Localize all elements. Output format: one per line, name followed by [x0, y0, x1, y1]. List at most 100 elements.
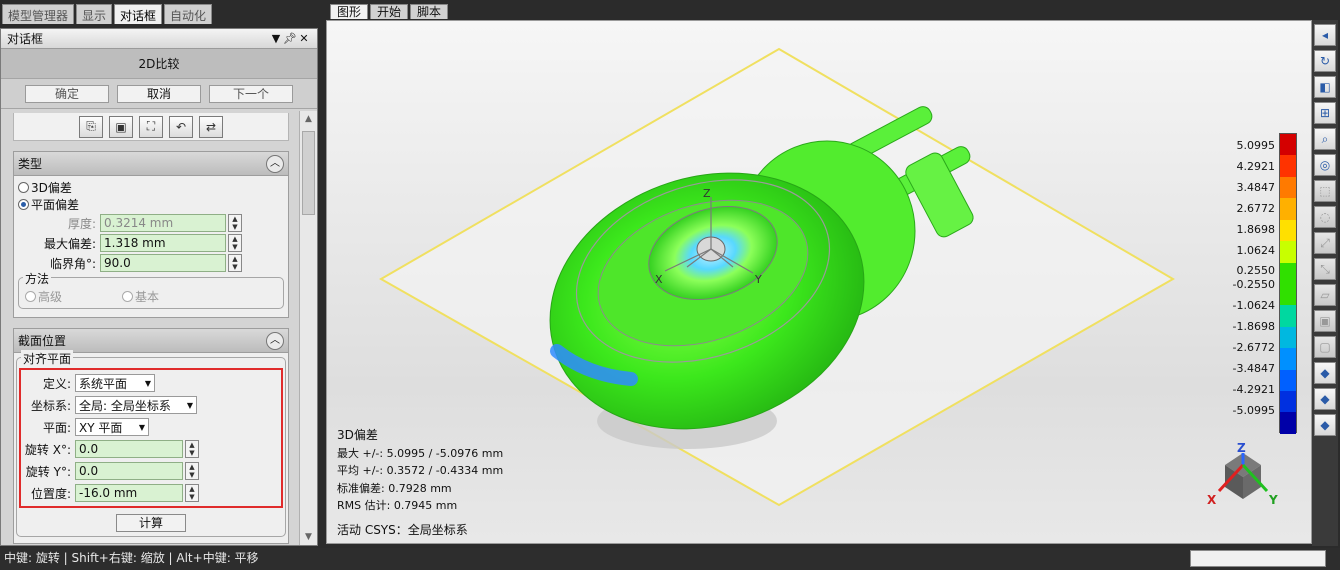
- select-brush-icon[interactable]: ⤢: [1314, 232, 1336, 254]
- pin-icon[interactable]: 📌︎: [283, 32, 297, 45]
- critical-angle-field[interactable]: 90.0: [100, 254, 226, 272]
- cube-icon[interactable]: ◆: [1314, 362, 1336, 384]
- legend-label: -1.0624: [1232, 299, 1275, 313]
- new-icon[interactable]: ⎘: [79, 115, 103, 138]
- cube-icon[interactable]: ◆: [1314, 414, 1336, 436]
- select-icon[interactable]: ▢: [1314, 336, 1336, 358]
- plane-select[interactable]: XY 平面 ▼: [75, 418, 149, 436]
- section-position-group: 截面位置 ︿ 对齐平面 定义: 系统平面 ▼ 坐标系: 全局: 全局坐标系 ▼: [13, 328, 289, 544]
- radio-icon[interactable]: [18, 199, 29, 210]
- stats-title: 3D偏差: [337, 428, 378, 442]
- position-row: 位置度: -16.0 mm ▲ ▼: [21, 482, 281, 504]
- deviation-stats: 3D偏差 最大 +/-: 5.0995 / -5.0976 mm 平均 +/-:…: [337, 427, 503, 515]
- tab-graphics[interactable]: 图形: [330, 4, 369, 19]
- cube-icon[interactable]: ◆: [1314, 388, 1336, 410]
- axis-gizmo: [1217, 453, 1269, 499]
- radio-3d-deviation[interactable]: 3D偏差: [16, 179, 286, 196]
- radio-icon[interactable]: [18, 182, 29, 193]
- legend-label: -2.6772: [1232, 341, 1275, 355]
- radio-plane-deviation[interactable]: 平面偏差: [16, 196, 286, 213]
- select-all-icon[interactable]: ▣: [1314, 310, 1336, 332]
- collapse-icon[interactable]: ︿: [266, 331, 284, 350]
- plane-row: 平面: XY 平面 ▼: [21, 416, 281, 438]
- legend-label: -1.8698: [1232, 320, 1275, 334]
- spin-arrows-icon[interactable]: ▲ ▼: [228, 214, 242, 232]
- left-tab-strip: 模型管理器 显示 对话框 自动化: [0, 0, 320, 26]
- spin-arrows-icon[interactable]: ▲ ▼: [185, 484, 199, 502]
- radio-method-advanced[interactable]: 高级: [25, 288, 62, 305]
- stats-max: 最大 +/-: 5.0995 / -5.0976 mm: [337, 446, 504, 460]
- method-fieldset: 方法 高级 基本: [18, 270, 284, 309]
- critical-angle-label: 临界角°:: [49, 256, 96, 271]
- cancel-button[interactable]: 取消: [117, 84, 201, 103]
- radio-icon[interactable]: [25, 291, 36, 302]
- calculate-button[interactable]: 计算: [116, 514, 186, 532]
- save-icon[interactable]: ▣: [109, 115, 133, 138]
- tab-model-manager[interactable]: 模型管理器: [2, 4, 75, 24]
- tab-automation[interactable]: 自动化: [164, 4, 213, 24]
- legend-label: 5.0995: [1236, 139, 1276, 152]
- legend-color-segment: [1280, 369, 1296, 392]
- legend-color-segment: [1280, 219, 1296, 242]
- legend-color-segment: [1280, 283, 1296, 306]
- legend-label: -4.2921: [1232, 382, 1275, 396]
- transfer-icon[interactable]: ⇄: [199, 115, 223, 138]
- zoom-icon[interactable]: ⌕: [1314, 128, 1336, 150]
- max-deviation-field[interactable]: 1.318 mm: [100, 234, 226, 252]
- select-line-icon[interactable]: ⤡: [1314, 258, 1336, 280]
- legend-color-segment: [1280, 241, 1296, 263]
- define-value: 系统平面: [79, 376, 128, 391]
- type-group-header[interactable]: 类型 ︿: [14, 152, 288, 176]
- rotate-y-field[interactable]: 0.0: [75, 462, 183, 480]
- status-bar: 中键: 旋转 | Shift+右键: 缩放 | Alt+中键: 平移: [0, 548, 1340, 570]
- critical-angle-row: 临界角°: 90.0 ▲ ▼: [16, 253, 286, 273]
- tab-script[interactable]: 脚本: [410, 4, 449, 19]
- rotate-y-label: 旋转 Y°:: [25, 464, 71, 479]
- close-icon[interactable]: ✕: [297, 32, 311, 45]
- dropdown-icon[interactable]: ▼: [269, 32, 283, 45]
- select-polygon-icon[interactable]: ▱: [1314, 284, 1336, 306]
- fit-icon[interactable]: ⛶: [139, 115, 163, 138]
- method-legend: 方法: [23, 270, 52, 287]
- chevron-down-icon: ▼: [138, 422, 146, 432]
- collapse-icon[interactable]: ︿: [266, 154, 284, 173]
- tab-start[interactable]: 开始: [370, 4, 409, 19]
- scroll-down-icon[interactable]: ▼: [300, 529, 317, 545]
- chevron-down-icon: ▼: [144, 378, 152, 388]
- spin-arrows-icon[interactable]: ▲ ▼: [185, 462, 199, 480]
- tab-dialog[interactable]: 对话框: [114, 4, 163, 24]
- view-icon[interactable]: ◧: [1314, 76, 1336, 98]
- position-field[interactable]: -16.0 mm: [75, 484, 183, 502]
- axis-label-x: X: [655, 273, 663, 286]
- status-field: [1190, 550, 1326, 567]
- align-plane-fieldset: 对齐平面 定义: 系统平面 ▼ 坐标系: 全局: 全局坐标系 ▼ 平面: XY 平面: [16, 350, 286, 537]
- scroll-thumb[interactable]: [302, 131, 315, 215]
- radio-icon[interactable]: [122, 291, 134, 302]
- next-button[interactable]: 下一个: [209, 84, 293, 103]
- legend-label: -0.2550: [1232, 278, 1275, 292]
- color-icon[interactable]: ◎: [1314, 154, 1336, 176]
- ok-button[interactable]: 确定: [25, 84, 109, 103]
- spin-arrows-icon[interactable]: ▲ ▼: [185, 440, 199, 458]
- pointer-icon[interactable]: ◂: [1314, 24, 1336, 46]
- align-plane-legend: 对齐平面: [21, 350, 74, 367]
- gizmo-label-z: Z: [1237, 441, 1246, 455]
- tab-display[interactable]: 显示: [76, 4, 113, 24]
- spin-arrows-icon[interactable]: ▲ ▼: [228, 234, 242, 252]
- thickness-field[interactable]: 0.3214 mm: [100, 214, 226, 232]
- panel-scrollbar[interactable]: ▲ ▼: [299, 111, 317, 545]
- coord-select[interactable]: 全局: 全局坐标系 ▼: [75, 396, 197, 414]
- mesh-icon[interactable]: ⊞: [1314, 102, 1336, 124]
- select-rect-icon[interactable]: ⬚: [1314, 180, 1336, 202]
- scroll-up-icon[interactable]: ▲: [300, 111, 317, 127]
- radio-method-basic[interactable]: 基本: [122, 288, 159, 305]
- plane-value: XY 平面: [79, 420, 123, 435]
- graphics-viewport[interactable]: Z X Y Z X Y 3D偏差 最大 +/-: 5.0995 / -5.097…: [326, 20, 1312, 544]
- select-lasso-icon[interactable]: ◌: [1314, 206, 1336, 228]
- rotate-x-field[interactable]: 0.0: [75, 440, 183, 458]
- define-select[interactable]: 系统平面 ▼: [75, 374, 155, 392]
- legend-label: 4.2921: [1236, 159, 1276, 173]
- spin-arrows-icon[interactable]: ▲ ▼: [228, 254, 242, 272]
- undo-icon[interactable]: ↶: [169, 115, 193, 138]
- rotate-icon[interactable]: ↻: [1314, 50, 1336, 72]
